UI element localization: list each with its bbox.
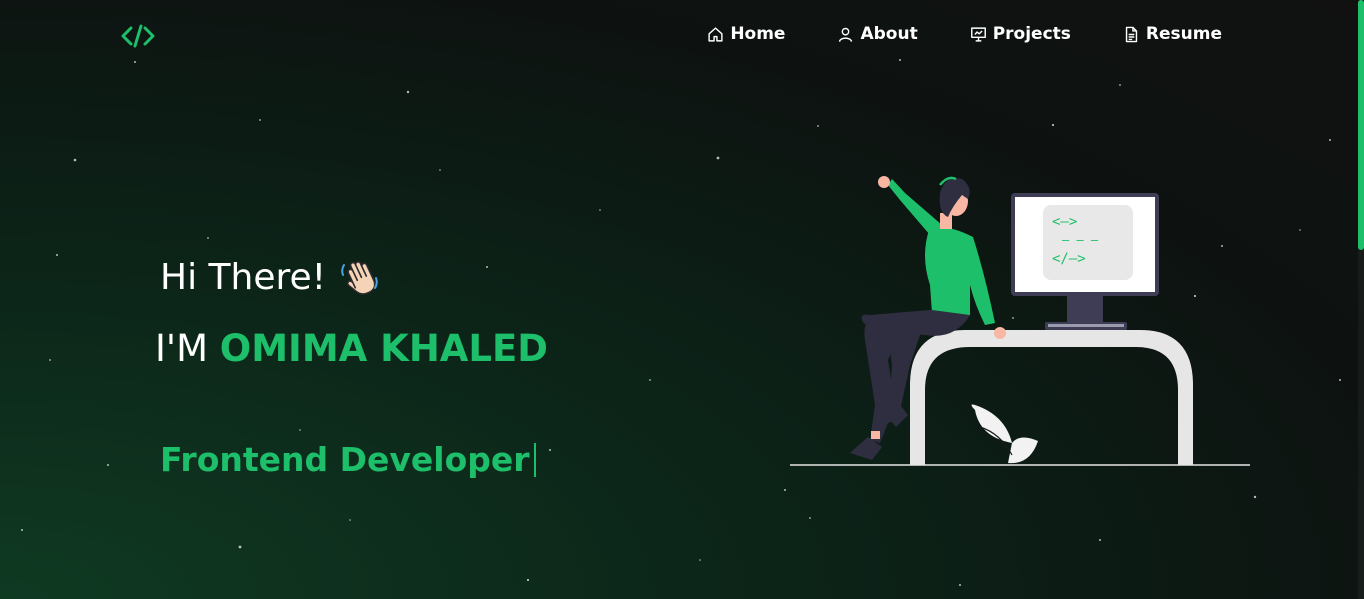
screen-code-line-1: <—> (1052, 214, 1077, 230)
home-icon (708, 26, 723, 42)
document-icon (1125, 26, 1138, 42)
screen-code-line-3: </—> (1052, 251, 1086, 267)
scrollbar-thumb[interactable] (1358, 0, 1364, 250)
logo-code-brackets-icon[interactable] (120, 22, 156, 50)
nav-item-label: About (860, 24, 918, 44)
nav-item-label: Resume (1145, 24, 1222, 44)
intro-prefix: I'M (155, 327, 209, 370)
nav-item-label: Home (730, 24, 786, 44)
screen-code-line-2: — — — (1062, 233, 1099, 247)
plant-icon (971, 404, 1012, 443)
intro-line: I'M OMIMA KHALED (155, 327, 548, 370)
nav-item-about[interactable]: About (837, 20, 918, 48)
nav-item-label: Projects (992, 24, 1071, 44)
user-icon (839, 27, 853, 42)
greeting-text: Hi There! (160, 256, 327, 298)
presentation-icon (970, 26, 986, 42)
nav-item-resume[interactable]: Resume (1123, 20, 1222, 48)
nav-item-home[interactable]: Home (707, 20, 785, 48)
nav-item-projects[interactable]: Projects (970, 20, 1071, 48)
greeting: Hi There! (160, 255, 382, 299)
role-text: Frontend Developer (160, 440, 530, 479)
role-typewriter: Frontend Developer (160, 440, 536, 479)
waving-hand-icon (341, 261, 378, 295)
navbar: Home About Projects Resume (0, 0, 1364, 70)
typing-cursor (533, 443, 536, 477)
developer-name: OMIMA KHALED (219, 327, 548, 370)
nav-links: Home About Projects Resume (707, 20, 1222, 48)
developer-at-desk-illustration: <—> — — — </—> (790, 176, 1250, 466)
